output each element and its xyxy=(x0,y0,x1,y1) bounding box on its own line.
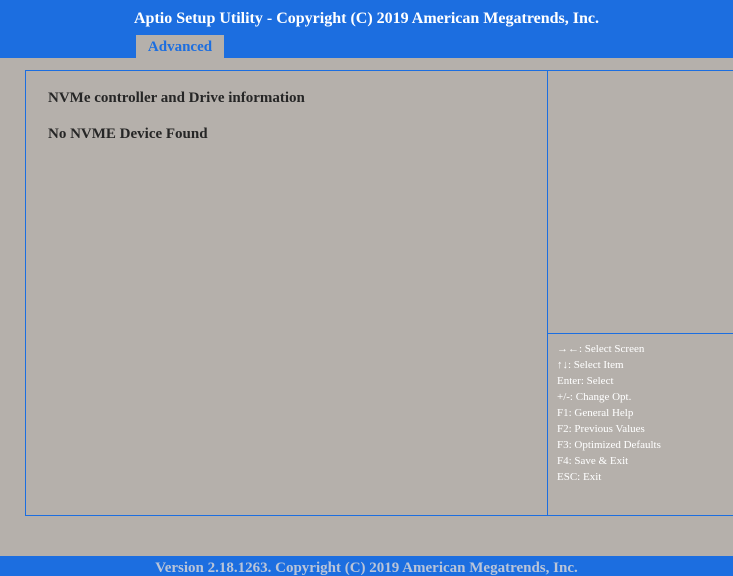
help-item-optimized-defaults: F3: Optimized Defaults xyxy=(557,439,661,451)
help-item-esc-exit: ESC: Exit xyxy=(557,471,602,483)
key-help-list: →←: Select Screen ↑↓: Select Item Enter:… xyxy=(557,341,661,485)
no-device-message: No NVME Device Found xyxy=(48,126,208,142)
panel-divider xyxy=(547,70,548,516)
help-divider xyxy=(547,333,733,334)
help-item-select-screen: →←: Select Screen xyxy=(557,343,645,355)
tab-advanced[interactable]: Advanced xyxy=(136,35,224,58)
help-item-select-item: ↑↓: Select Item xyxy=(557,359,624,371)
help-item-save-exit: F4: Save & Exit xyxy=(557,455,629,467)
help-item-enter-select: Enter: Select xyxy=(557,375,614,387)
help-item-change-opt: +/-: Change Opt. xyxy=(557,391,632,403)
section-heading: NVMe controller and Drive information xyxy=(48,90,305,106)
footer-bar: Version 2.18.1263. Copyright (C) 2019 Am… xyxy=(0,556,733,576)
help-item-previous-values: F2: Previous Values xyxy=(557,423,645,435)
help-item-general-help: F1: General Help xyxy=(557,407,634,419)
title-bar: Aptio Setup Utility - Copyright (C) 2019… xyxy=(0,0,733,58)
version-footer: Version 2.18.1263. Copyright (C) 2019 Am… xyxy=(155,560,578,576)
app-title: Aptio Setup Utility - Copyright (C) 2019… xyxy=(133,10,599,27)
